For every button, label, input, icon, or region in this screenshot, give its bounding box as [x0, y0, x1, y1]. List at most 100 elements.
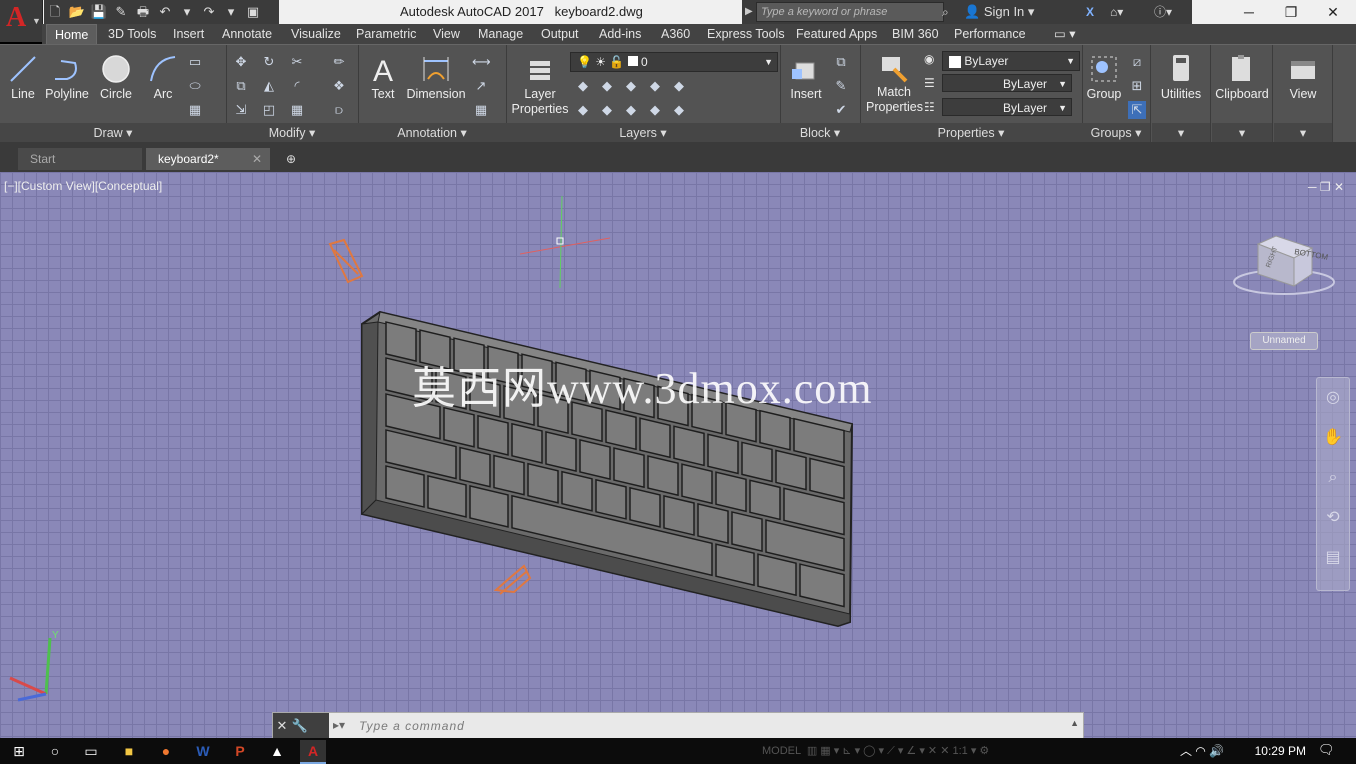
copy-icon[interactable]: ⧉ [232, 77, 250, 95]
undo-icon[interactable]: ↶ [154, 0, 176, 24]
notifications-icon[interactable]: 🗨 [1318, 742, 1335, 758]
trim-icon[interactable]: ✂ [288, 53, 306, 71]
mirror-icon[interactable]: ◭ [260, 77, 278, 95]
group-selection-icon[interactable]: ⇱ [1128, 101, 1146, 119]
draw-panel-title[interactable]: Draw ▾ [0, 123, 226, 143]
view-button[interactable]: View [1280, 53, 1326, 102]
layer-tool-3-icon[interactable]: ◆ [622, 77, 640, 95]
command-input[interactable] [357, 716, 1051, 736]
chevron-up-icon[interactable]: ▲ [1070, 718, 1079, 728]
tab-performance[interactable]: Performance [954, 24, 1026, 44]
line-button[interactable]: Line [6, 53, 40, 102]
erase-icon[interactable]: ✏ [330, 53, 348, 71]
ucs-menu[interactable]: Unnamed [1250, 332, 1318, 350]
leader-icon[interactable]: ↗ [472, 77, 490, 95]
command-prompt-icon[interactable]: ▸▾ [333, 718, 345, 732]
undo-dropdown-icon[interactable]: ▾ [176, 0, 198, 24]
tab-view[interactable]: View [433, 24, 460, 44]
tab-featured-apps[interactable]: Featured Apps [796, 24, 877, 44]
block-attribute-icon[interactable]: ✔ [832, 101, 850, 119]
array-icon[interactable]: ▦ [288, 101, 306, 119]
help-icon[interactable]: ⓘ▾ [1154, 0, 1172, 24]
photos-icon[interactable]: ▲ [264, 740, 290, 762]
search-input[interactable] [756, 2, 944, 22]
linear-dimension-icon[interactable]: ⟷ [472, 53, 491, 71]
customize-wrench-icon[interactable]: 🔧 [291, 713, 309, 739]
search-icon[interactable]: ○ [42, 740, 68, 762]
powerpoint-icon[interactable]: P [227, 740, 253, 762]
sign-in-button[interactable]: 👤 Sign In ▾ [964, 0, 1034, 24]
tab-manage[interactable]: Manage [478, 24, 523, 44]
exchange-apps-icon[interactable]: X [1086, 0, 1094, 24]
autocad-taskbar-icon[interactable]: A [300, 740, 326, 764]
utilities-panel[interactable]: Utilities ▾ [1152, 45, 1211, 143]
clipboard-panel[interactable]: Clipboard ▾ [1212, 45, 1273, 143]
linetype-dropdown[interactable]: ByLayer ▼ [942, 74, 1072, 92]
layer-dropdown[interactable]: 💡 ☀ 🔓 0 ▼ [570, 52, 778, 72]
application-menu-button[interactable]: A ▼ [0, 0, 43, 42]
move-icon[interactable]: ✥ [232, 53, 250, 71]
lineweight-dropdown[interactable]: ByLayer ▼ [942, 98, 1072, 116]
properties-panel-title[interactable]: Properties ▾ [860, 123, 1082, 143]
save-icon[interactable]: 💾 [88, 0, 110, 24]
layer-tool-7-icon[interactable]: ◆ [598, 101, 616, 119]
file-tab-start[interactable]: Start [18, 148, 142, 170]
tab-a360[interactable]: A360 [661, 24, 690, 44]
modify-panel-title[interactable]: Modify ▾ [226, 123, 358, 143]
file-explorer-icon[interactable]: ■ [116, 740, 142, 762]
autodesk-a360-icon[interactable]: ⌂▾ [1110, 0, 1123, 24]
match-properties-button[interactable]: Match Properties [866, 53, 923, 115]
minimize-icon[interactable]: ─ [1228, 0, 1270, 24]
offset-icon[interactable]: ⫐ [330, 101, 348, 119]
redo-dropdown-icon[interactable]: ▾ [220, 0, 242, 24]
redo-icon[interactable]: ↷ [198, 0, 220, 24]
taskbar-clock[interactable]: 10:29 PM [1255, 738, 1306, 764]
tab-annotate[interactable]: Annotate [222, 24, 272, 44]
viewport-window-controls[interactable]: ─ ❐ ✕ [1308, 180, 1344, 194]
layer-properties-button[interactable]: Layer Properties [510, 55, 570, 117]
annotation-panel-title[interactable]: Annotation ▾ [358, 123, 506, 143]
insert-button[interactable]: Insert [784, 53, 828, 102]
rectangle-icon[interactable]: ▭ [186, 53, 204, 71]
hatch-icon[interactable]: ▦ [186, 101, 204, 119]
save-as-icon[interactable]: ✎ [110, 0, 132, 24]
edit-block-icon[interactable]: ✎ [832, 77, 850, 95]
groups-panel-title[interactable]: Groups ▾ [1082, 123, 1150, 143]
polyline-button[interactable]: Polyline [44, 53, 90, 102]
steering-wheel-icon[interactable]: ◎ [1317, 378, 1349, 418]
tab-output[interactable]: Output [541, 24, 579, 44]
utilities-expand[interactable]: ▾ [1152, 123, 1210, 143]
tab-3d-tools[interactable]: 3D Tools [108, 24, 156, 44]
zoom-extents-icon[interactable]: ⌕ [1317, 458, 1349, 498]
fillet-icon[interactable]: ◜ [288, 77, 306, 95]
explode-icon[interactable]: ❖ [330, 77, 348, 95]
workspace-icon[interactable]: ▣ [242, 0, 264, 24]
model-space-button[interactable]: MODEL [762, 745, 801, 757]
restore-icon[interactable]: ❐ [1270, 0, 1312, 24]
layer-tool-8-icon[interactable]: ◆ [622, 101, 640, 119]
new-file-icon[interactable]: 🗋 [44, 0, 66, 24]
utilities-button[interactable]: Utilities [1156, 53, 1206, 102]
circle-button[interactable]: Circle [98, 53, 134, 102]
tab-insert[interactable]: Insert [173, 24, 204, 44]
open-file-icon[interactable]: 📂 [66, 0, 88, 24]
task-view-icon[interactable]: ▭ [78, 740, 104, 762]
layer-tool-2-icon[interactable]: ◆ [598, 77, 616, 95]
orbit-icon[interactable]: ⟲ [1317, 498, 1349, 538]
tab-visualize[interactable]: Visualize [291, 24, 341, 44]
layer-tool-5-icon[interactable]: ◆ [670, 77, 688, 95]
close-icon[interactable]: ✕ [273, 713, 291, 739]
rotate-icon[interactable]: ↻ [260, 53, 278, 71]
layer-tool-4-icon[interactable]: ◆ [646, 77, 664, 95]
table-icon[interactable]: ▦ [472, 101, 490, 119]
view-expand[interactable]: ▾ [1274, 123, 1332, 143]
windows-start-icon[interactable]: ⊞ [6, 740, 32, 762]
layer-tool-10-icon[interactable]: ◆ [670, 101, 688, 119]
layers-panel-title[interactable]: Layers ▾ [506, 123, 780, 143]
text-button[interactable]: A Text [366, 53, 400, 102]
close-icon[interactable]: ✕ [1312, 0, 1354, 24]
color-dropdown[interactable]: ByLayer ▼ [942, 51, 1080, 71]
group-edit-icon[interactable]: ⊞ [1128, 77, 1146, 95]
view-panel[interactable]: View ▾ [1274, 45, 1333, 143]
plot-icon[interactable]: 🖶 [132, 0, 154, 24]
